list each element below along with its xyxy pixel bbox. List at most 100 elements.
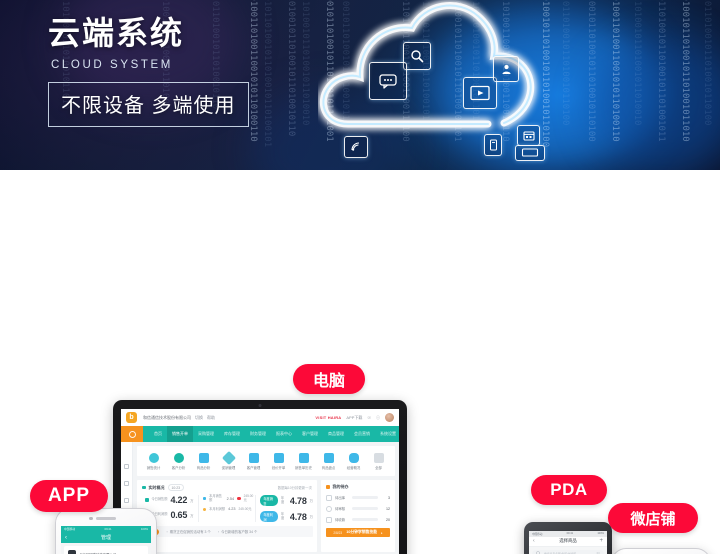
- realtime-time-chip: 10:23: [167, 484, 184, 491]
- chevron-left-icon[interactable]: ‹: [533, 538, 535, 544]
- banner-subtitle: CLOUD SYSTEM: [51, 59, 173, 71]
- todo-title: 我的待办: [332, 484, 349, 489]
- shortcut-item[interactable]: 全部: [368, 452, 390, 470]
- binary-code-column: 1010010110100101101001011010: [680, 0, 690, 142]
- nav-item-3[interactable]: 库存管理: [219, 431, 245, 437]
- shortcut-item[interactable]: 销售统计: [143, 452, 165, 470]
- stat-caption: 年度: [281, 495, 285, 504]
- status-battery: 100%: [140, 527, 148, 531]
- cta-date: 2/8/23: [333, 530, 343, 535]
- nav-gear-button[interactable]: [121, 426, 143, 442]
- phone-camera-icon: [89, 516, 93, 520]
- app-logo[interactable]: b: [126, 412, 137, 423]
- help-icon[interactable]: ⓘ: [376, 415, 380, 421]
- devices-section: 电脑 APP PDA 微店铺 b 和信通信技术股份有限公司 切换 帮助 VISI…: [0, 170, 720, 554]
- chat-bubble-icon: [369, 62, 407, 100]
- shortcut-label: 客户分析: [171, 465, 186, 470]
- laptop-device: b 和信通信技术股份有限公司 切换 帮助 VISIT HAIRA APP下载 ☉…: [113, 400, 407, 554]
- label-computer: 电脑: [293, 364, 365, 394]
- shortcut-item[interactable]: 促销管理: [218, 450, 240, 470]
- shortcut-label: 销售单历史: [295, 465, 312, 470]
- notice-text-1[interactable]: ・ 期货正在促销的活动有 3 个: [165, 529, 210, 534]
- search-icon: [403, 42, 431, 70]
- stat-label: 年度销售: [260, 495, 279, 506]
- progress-track: [352, 518, 378, 521]
- todo-value: 12: [386, 506, 390, 511]
- binary-code-column: 1100101101001011010010110100: [586, 0, 596, 142]
- clipboard-icon: [298, 452, 309, 463]
- overview-row: 实时概况 10:23 数据每10分钟更新一次 今日销售额 4.22 万 今日利润…: [137, 480, 395, 552]
- shortcut-label: 销售统计: [146, 465, 161, 470]
- stat-item: 今日销售额 4.22 万: [145, 495, 198, 505]
- nav-item-9[interactable]: 系统设置: [375, 431, 399, 437]
- avatar[interactable]: [385, 413, 394, 422]
- stat-label: 年度利润: [260, 511, 279, 522]
- stat-unit: 万: [309, 515, 314, 519]
- realtime-stats: 今日销售额 4.22 万 今日利润额 0.65 万 本月销售额 2.54 245…: [137, 493, 317, 526]
- stat-value: 2.54: [226, 496, 235, 501]
- shortcut-item[interactable]: 商品盘点: [318, 452, 340, 470]
- pda-search-input[interactable]: 搜索商品名称/条码/拼音码 ☷: [532, 549, 604, 554]
- shortcut-item[interactable]: 经营概况: [343, 452, 365, 470]
- stat-secondary: 245.00元: [243, 494, 254, 502]
- stat-column: 本月销售额 2.54 245.00元 本月利润额 4.23 245.00元: [199, 494, 257, 522]
- shop-header[interactable]: 北京开拓腾科技有限公司 ›: [68, 550, 144, 554]
- topbar-app-download[interactable]: APP下载: [346, 415, 362, 421]
- status-dot: [145, 498, 149, 502]
- shortcut-label: 划价开单: [271, 465, 286, 470]
- topbar-promo[interactable]: VISIT HAIRA: [315, 415, 341, 420]
- nav-item-2[interactable]: 采购管理: [193, 431, 219, 437]
- wifi-icon: [344, 136, 368, 158]
- training-cta-button[interactable]: 2/8/23 10分钟学销售技能 ▸: [326, 528, 390, 537]
- notice-bar: 提醒 ・ 期货正在促销的活动有 3 个 ・ 今日新增的客户数 34 个: [141, 526, 313, 537]
- app-navbar: 首页 销售开单 采购管理 库存管理 财务管理 报表中心 客户管理 商品管理 会员…: [121, 426, 399, 442]
- shortcut-item[interactable]: 商品分析: [193, 452, 215, 470]
- stat-column: 年度销售 年度 4.78 万 年度利润 年度 4.78 万: [256, 495, 313, 522]
- binary-code-column: 00101101001011010010110100101: [262, 0, 272, 148]
- status-dot: [202, 496, 207, 501]
- shortcut-item[interactable]: 销售单历史: [293, 452, 315, 470]
- sidebar-icon-home[interactable]: [124, 464, 129, 469]
- bar-chart-icon: [198, 452, 209, 463]
- nav-item-7[interactable]: 商品管理: [323, 431, 349, 437]
- todo-item[interactable]: 待出库 3: [321, 492, 395, 503]
- nav-item-5[interactable]: 报表中心: [271, 431, 297, 437]
- todo-item[interactable]: 待审核 12: [321, 503, 395, 514]
- shortcut-label: 经营概况: [346, 465, 361, 470]
- shop-summary-card: 北京开拓腾科技有限公司 › 879 今日销售额(元) 30 今日订单数: [64, 546, 148, 554]
- sidebar-icon-list[interactable]: [124, 498, 129, 503]
- shortcut-item[interactable]: 划价开单: [268, 452, 290, 470]
- nav-item-1[interactable]: 销售开单: [167, 426, 193, 442]
- sidebar-icon-add[interactable]: [124, 481, 129, 486]
- nav-item-0[interactable]: 首页: [149, 431, 167, 437]
- topbar-dropdown-switch[interactable]: 切换: [195, 415, 203, 421]
- shortcut-item[interactable]: 客户管理: [243, 452, 265, 470]
- pie-chart-icon: [148, 452, 159, 463]
- realtime-note: 数据每10分钟更新一次: [277, 486, 312, 490]
- nav-item-8[interactable]: 会员营销: [349, 431, 375, 437]
- status-battery: 100%: [597, 532, 604, 536]
- binary-code-column: 1010011010011001010110100110: [610, 0, 620, 142]
- todo-item[interactable]: 待收款 20: [321, 514, 395, 525]
- stat-item: 年度利润 年度 4.78 万: [260, 511, 313, 522]
- todo-label: 待出库: [335, 496, 346, 500]
- topbar-dropdown-help[interactable]: 帮助: [207, 415, 215, 421]
- app-nav-bar: ‹ 管理: [61, 532, 151, 543]
- pda-screen: 中国移动 09:41 100% ‹ 选择商品 + 搜索商品名称/条码/拼音码 ☷…: [529, 531, 607, 554]
- topbar-right-group: VISIT HAIRA APP下载 ☉ ⓘ: [315, 413, 394, 422]
- status-carrier: 中国移动: [64, 527, 76, 531]
- plus-icon[interactable]: +: [599, 538, 603, 544]
- chevron-left-icon[interactable]: ‹: [65, 535, 67, 541]
- notice-text-2[interactable]: ・ 今日新增的客户数 34 个: [217, 529, 258, 534]
- status-time: 09:41: [566, 532, 574, 536]
- status-dot: [237, 496, 241, 501]
- nav-item-6[interactable]: 客户管理: [297, 431, 323, 437]
- bell-icon[interactable]: ☉: [367, 415, 371, 420]
- laptop-screen: b 和信通信技术股份有限公司 切换 帮助 VISIT HAIRA APP下载 ☉…: [121, 409, 399, 554]
- nav-item-4[interactable]: 财务管理: [245, 431, 271, 437]
- stat-label: 今日销售额: [151, 497, 168, 502]
- gear-icon: [128, 430, 136, 438]
- realtime-panel: 实时概况 10:23 数据每10分钟更新一次 今日销售额 4.22 万 今日利润…: [137, 480, 317, 552]
- shortcut-item[interactable]: 客户分析: [168, 452, 190, 470]
- stat-value: 4.78: [289, 495, 307, 506]
